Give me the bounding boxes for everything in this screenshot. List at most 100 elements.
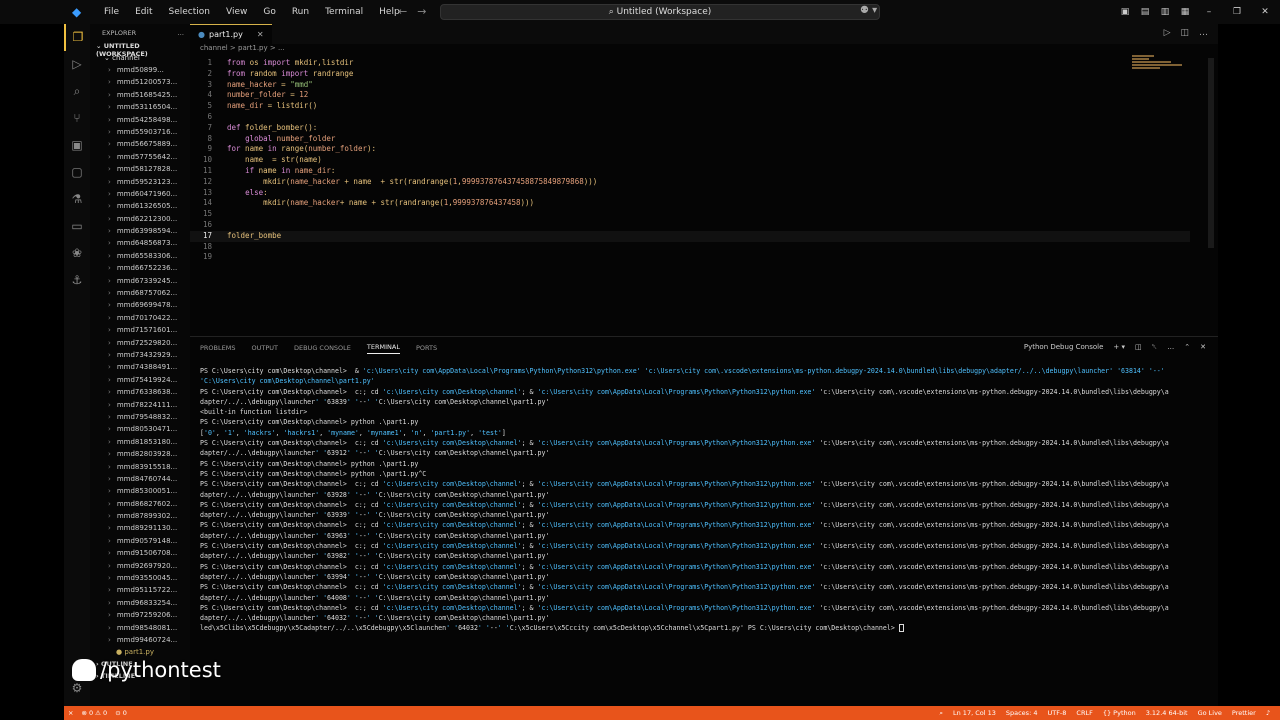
testing-icon[interactable]: ⚗ xyxy=(64,186,90,213)
folder-icon[interactable]: ▭ xyxy=(64,213,90,240)
file-tree-item[interactable]: › mmd82803928... xyxy=(90,450,190,462)
file-tree-item[interactable]: › mmd56675889... xyxy=(90,140,190,152)
remote-icon[interactable]: ⨯ xyxy=(68,709,73,717)
file-tree-item[interactable]: › mmd78224111... xyxy=(90,401,190,413)
split-terminal-icon[interactable]: ◫ xyxy=(1135,343,1142,352)
file-tree-item[interactable]: › mmd76338638... xyxy=(90,388,190,400)
file-tree-item[interactable]: › mmd79548832... xyxy=(90,413,190,425)
file-tree-item[interactable]: › mmd81853180... xyxy=(90,438,190,450)
menu-view[interactable]: View xyxy=(218,7,255,17)
go-live[interactable]: Go Live xyxy=(1198,709,1222,718)
code-line[interactable]: 3 name_hacker = "mmd" xyxy=(190,80,1190,91)
python-interpreter[interactable]: 3.12.4 64-bit xyxy=(1146,709,1188,718)
forward-arrow-icon[interactable]: → xyxy=(417,5,426,18)
more-actions-icon[interactable]: … xyxy=(178,29,185,37)
file-tree-item[interactable]: › mmd50899... xyxy=(90,66,190,78)
indentation[interactable]: Spaces: 4 xyxy=(1006,709,1038,718)
code-line[interactable]: 16 xyxy=(190,220,1190,231)
menu-edit[interactable]: Edit xyxy=(127,7,160,17)
tab-ports[interactable]: PORTS xyxy=(416,344,437,352)
file-tree-item[interactable]: › mmd60471960... xyxy=(90,190,190,202)
code-line[interactable]: 2 from random import randrange xyxy=(190,69,1190,80)
encoding[interactable]: UTF-8 xyxy=(1047,709,1066,718)
prettier[interactable]: Prettier xyxy=(1232,709,1256,718)
file-tree-item[interactable]: › mmd84760744... xyxy=(90,475,190,487)
file-tree-item[interactable]: › mmd67339245... xyxy=(90,277,190,289)
tab-debug-console[interactable]: DEBUG CONSOLE xyxy=(294,344,351,352)
menu-run[interactable]: Run xyxy=(284,7,317,17)
more-icon[interactable]: … xyxy=(1167,343,1174,352)
file-tree-item[interactable]: › mmd85300051... xyxy=(90,487,190,499)
tab-output[interactable]: OUTPUT xyxy=(251,344,278,352)
explorer-icon[interactable]: ❐ xyxy=(64,24,90,51)
minimize-icon[interactable]: – xyxy=(1196,7,1222,17)
code-line[interactable]: 18 xyxy=(190,242,1190,253)
code-line[interactable]: 17 folder_bombe xyxy=(190,230,1190,242)
file-tree-item[interactable]: › mmd51685425... xyxy=(90,91,190,103)
file-tree-item[interactable]: › mmd97259206... xyxy=(90,611,190,623)
zoom-icon[interactable]: ⌕ xyxy=(939,709,943,718)
file-tree-item[interactable]: › mmd86827602... xyxy=(90,500,190,512)
code-line[interactable]: 6 xyxy=(190,112,1190,123)
toggle-secondary-icon[interactable]: ▦ xyxy=(1176,7,1194,17)
toggle-panel-icon[interactable]: ▥ xyxy=(1156,7,1174,17)
code-line[interactable]: 9 for name in range(number_folder): xyxy=(190,144,1190,155)
tab-part1[interactable]: ● part1.py ✕ xyxy=(190,24,272,44)
file-tree-item[interactable]: › mmd59523123... xyxy=(90,178,190,190)
remote-explorer-icon[interactable]: ▢ xyxy=(64,159,90,186)
minimap[interactable] xyxy=(1132,54,1188,80)
code-line[interactable]: 7 def folder_bomber(): xyxy=(190,123,1190,134)
tab-problems[interactable]: PROBLEMS xyxy=(200,344,235,352)
docker-icon[interactable]: ⚓ xyxy=(64,267,90,294)
file-tree-item[interactable]: › mmd58127828... xyxy=(90,165,190,177)
close-icon[interactable]: ✕ xyxy=(1252,7,1278,17)
file-tree-item[interactable]: › mmd80530471... xyxy=(90,425,190,437)
line-ending[interactable]: CRLF xyxy=(1076,709,1092,718)
file-tree-item[interactable]: › mmd98548081... xyxy=(90,624,190,636)
file-tree-item[interactable]: › mmd92697920... xyxy=(90,562,190,574)
code-line[interactable]: 15 xyxy=(190,209,1190,220)
file-tree-item[interactable]: › mmd61326505... xyxy=(90,202,190,214)
menu-selection[interactable]: Selection xyxy=(161,7,218,17)
file-tree-item[interactable]: › mmd87899302... xyxy=(90,512,190,524)
file-tree-item[interactable]: › mmd53116504... xyxy=(90,103,190,115)
file-tree-item[interactable]: › mmd65583306... xyxy=(90,252,190,264)
file-tree-item[interactable]: › mmd90579148... xyxy=(90,537,190,549)
split-editor-icon[interactable]: ◫ xyxy=(1180,28,1189,38)
ports-count[interactable]: ⊙ 0 xyxy=(115,709,127,717)
run-debug-icon[interactable]: ▷ xyxy=(64,51,90,78)
file-tree-item[interactable]: › mmd75419924... xyxy=(90,376,190,388)
file-tree-item[interactable]: › mmd66752236... xyxy=(90,264,190,276)
layout-icon[interactable]: ▣ xyxy=(1116,7,1134,17)
restore-icon[interactable]: ❐ xyxy=(1224,7,1250,17)
code-line[interactable]: 1 from os import mkdir,listdir xyxy=(190,58,1190,69)
terminal-profile-label[interactable]: Python Debug Console xyxy=(1024,343,1104,352)
add-terminal-icon[interactable]: + ▾ xyxy=(1113,343,1125,352)
code-line[interactable]: 5 name_dir = listdir() xyxy=(190,101,1190,112)
file-tree-item[interactable]: › mmd91506708... xyxy=(90,549,190,561)
source-control-icon[interactable]: ⑂ xyxy=(64,105,90,132)
file-tree-item[interactable]: › mmd74388491... xyxy=(90,363,190,375)
code-line[interactable]: 14 mkdir(name_hacker+ name + str(randran… xyxy=(190,198,1190,209)
run-icon[interactable]: ▷ xyxy=(1164,28,1171,38)
code-editor[interactable]: 1 from os import mkdir,listdir 2 from rando… xyxy=(190,58,1190,263)
file-tree-item[interactable]: › mmd96833254... xyxy=(90,599,190,611)
code-line[interactable]: 8 global number_folder xyxy=(190,134,1190,145)
file-tree-item[interactable]: › mmd95115722... xyxy=(90,586,190,598)
toggle-sidebar-icon[interactable]: ▤ xyxy=(1136,7,1154,17)
close-panel-icon[interactable]: ✕ xyxy=(1200,343,1206,352)
python-icon[interactable]: ❀ xyxy=(64,240,90,267)
file-tree-item[interactable]: › mmd55903716... xyxy=(90,128,190,140)
file-tree-item[interactable]: › mmd72529820... xyxy=(90,339,190,351)
file-tree-item[interactable]: › mmd57755642... xyxy=(90,153,190,165)
search-icon[interactable]: ⌕ xyxy=(64,78,90,105)
code-line[interactable]: 11 if name in name_dir: xyxy=(190,166,1190,177)
file-tree-item[interactable]: › mmd51200573... xyxy=(90,78,190,90)
file-tree-item[interactable]: › mmd62212300... xyxy=(90,215,190,227)
more-icon[interactable]: … xyxy=(1199,28,1208,38)
file-tree-item[interactable]: › mmd64856873... xyxy=(90,239,190,251)
notifications-icon[interactable]: ♪ xyxy=(1266,709,1270,718)
problems-count[interactable]: ⊗ 0 ⚠ 0 xyxy=(81,709,107,717)
file-tree-item[interactable]: › mmd63998594... xyxy=(90,227,190,239)
terminal-output[interactable]: PS C:\Users\city com\Desktop\channel> & … xyxy=(200,367,1210,635)
